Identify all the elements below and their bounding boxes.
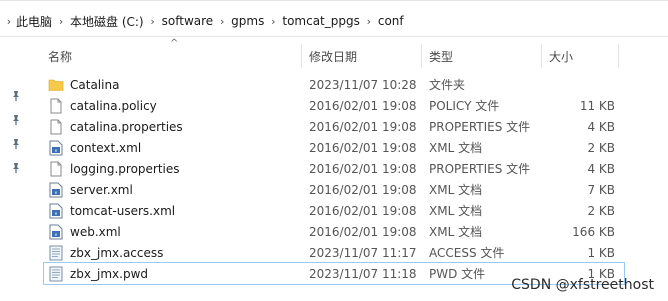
file-type: XML 文档: [429, 225, 483, 239]
file-name: zbx_jmx.access: [70, 245, 164, 260]
xml-file-icon: e: [48, 140, 64, 156]
breadcrumb: 此电脑 › 本地磁盘 (C:) › software › gpms › tomc…: [14, 10, 406, 32]
text-file-icon: [48, 245, 64, 261]
file-type: XML 文档: [429, 141, 483, 155]
sort-ascending-icon: ^: [170, 38, 179, 49]
file-type: XML 文档: [429, 204, 483, 218]
pin-icon[interactable]: [8, 112, 24, 128]
file-row[interactable]: catalina.properties 2016/02/01 19:08 PRO…: [40, 116, 668, 137]
file-type: 文件夹: [429, 78, 466, 92]
xml-file-icon: e: [48, 224, 64, 240]
file-name: catalina.policy: [70, 98, 157, 113]
file-date: 2016/02/01 19:08: [309, 140, 417, 155]
breadcrumb-item-software[interactable]: software: [160, 14, 216, 28]
watermark-text: CSDN @xfstreethost: [511, 277, 654, 293]
file-name: server.xml: [70, 182, 133, 197]
file-date: 2016/02/01 19:08: [309, 161, 417, 176]
xml-file-icon: e: [48, 182, 64, 198]
column-header-date[interactable]: 修改日期: [309, 42, 357, 70]
file-name: web.xml: [70, 224, 121, 239]
breadcrumb-item-local-disk[interactable]: 本地磁盘 (C:): [68, 13, 146, 30]
file-name: zbx_jmx.pwd: [70, 266, 149, 281]
file-name: tomcat-users.xml: [70, 203, 176, 218]
breadcrumb-item-this-pc[interactable]: 此电脑: [14, 13, 54, 30]
chevron-right-icon[interactable]: ›: [146, 15, 160, 28]
file-date: 2016/02/01 19:08: [309, 203, 417, 218]
file-icon: [48, 119, 64, 135]
column-divider[interactable]: [618, 44, 619, 68]
file-type: ACCESS 文件: [429, 246, 505, 260]
file-date: 2016/02/01 19:08: [309, 224, 417, 239]
chevron-right-icon[interactable]: ›: [54, 15, 68, 28]
file-row[interactable]: e tomcat-users.xml 2016/02/01 19:08 XML …: [40, 200, 668, 221]
pin-icon[interactable]: [8, 160, 24, 176]
breadcrumb-item-gpms[interactable]: gpms: [229, 14, 266, 28]
quick-access-pins: [8, 88, 28, 184]
column-header-row: ^ 名称 修改日期 类型 大小: [40, 38, 668, 70]
file-size: [540, 74, 615, 95]
file-icon: [48, 98, 64, 114]
file-list: Catalina 2023/11/07 10:28 文件夹 catalina.p…: [40, 74, 668, 285]
column-divider[interactable]: [421, 44, 422, 68]
file-date: 2023/11/07 11:18: [309, 266, 417, 281]
column-header-name[interactable]: 名称: [48, 42, 72, 70]
column-divider[interactable]: [541, 44, 542, 68]
file-name: logging.properties: [70, 161, 180, 176]
pin-icon[interactable]: [8, 136, 24, 152]
file-size: 2 KB: [587, 140, 615, 155]
file-size: 7 KB: [587, 182, 615, 197]
column-header-type[interactable]: 类型: [429, 42, 453, 70]
file-type: POLICY 文件: [429, 99, 500, 113]
column-divider[interactable]: [301, 44, 302, 68]
chevron-right-icon[interactable]: ›: [266, 15, 280, 28]
file-name: Catalina: [70, 77, 120, 92]
xml-file-icon: e: [48, 203, 64, 219]
chevron-right-icon[interactable]: ›: [362, 15, 376, 28]
file-name: catalina.properties: [70, 119, 183, 134]
file-type: PWD 文件: [429, 267, 486, 281]
file-type: XML 文档: [429, 183, 483, 197]
pin-icon[interactable]: [8, 88, 24, 104]
file-size: 4 KB: [587, 119, 615, 134]
breadcrumb-item-conf[interactable]: conf: [376, 14, 406, 28]
file-size: 11 KB: [579, 98, 615, 113]
file-name: context.xml: [70, 140, 142, 155]
file-size: 2 KB: [587, 203, 615, 218]
file-date: 2016/02/01 19:08: [309, 119, 417, 134]
file-row[interactable]: zbx_jmx.access 2023/11/07 11:17 ACCESS 文…: [40, 242, 668, 263]
file-size: 4 KB: [587, 161, 615, 176]
file-row[interactable]: e server.xml 2016/02/01 19:08 XML 文档 7 K…: [40, 179, 668, 200]
file-date: 2023/11/07 11:17: [309, 245, 417, 260]
chevron-right-icon[interactable]: ›: [4, 15, 14, 28]
breadcrumb-item-tomcat-ppgs[interactable]: tomcat_ppgs: [280, 14, 362, 28]
file-date: 2023/11/07 10:28: [309, 77, 417, 92]
file-row[interactable]: Catalina 2023/11/07 10:28 文件夹: [40, 74, 668, 95]
window-top-border: [0, 0, 668, 1]
file-row[interactable]: e context.xml 2016/02/01 19:08 XML 文档 2 …: [40, 137, 668, 158]
file-date: 2016/02/01 19:08: [309, 98, 417, 113]
address-bar[interactable]: › 此电脑 › 本地磁盘 (C:) › software › gpms › to…: [0, 6, 668, 37]
text-file-icon: [48, 266, 64, 282]
folder-icon: [48, 77, 64, 93]
chevron-right-icon[interactable]: ›: [215, 15, 229, 28]
file-row[interactable]: catalina.policy 2016/02/01 19:08 POLICY …: [40, 95, 668, 116]
file-size: 166 KB: [572, 224, 615, 239]
file-type: PROPERTIES 文件: [429, 120, 531, 134]
file-row[interactable]: e web.xml 2016/02/01 19:08 XML 文档 166 KB: [40, 221, 668, 242]
file-icon: [48, 161, 64, 177]
file-row[interactable]: logging.properties 2016/02/01 19:08 PROP…: [40, 158, 668, 179]
file-size: 1 KB: [587, 245, 615, 260]
file-type: PROPERTIES 文件: [429, 162, 531, 176]
column-header-size[interactable]: 大小: [549, 42, 573, 70]
file-date: 2016/02/01 19:08: [309, 182, 417, 197]
